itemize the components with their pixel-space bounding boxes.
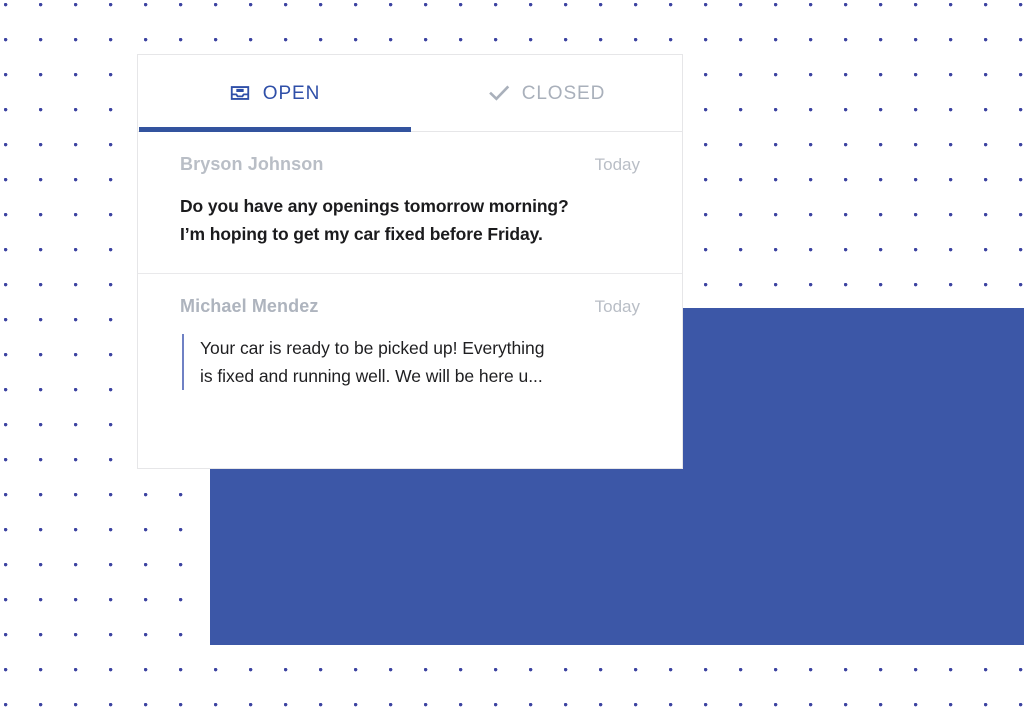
message-sender: Michael Mendez — [180, 295, 319, 316]
tab-bar: OPEN CLOSED — [138, 55, 682, 132]
inbox-card: OPEN CLOSED Bryson Johnson Today Do you … — [137, 54, 683, 469]
message-preview-line: Your car is ready to be picked up! Every… — [200, 337, 545, 358]
active-tab-indicator — [139, 127, 411, 132]
message-header: Bryson Johnson Today — [180, 154, 640, 175]
message-preview-line: I’m hoping to get my car fixed before Fr… — [180, 224, 543, 245]
message-preview-line: Do you have any openings tomorrow mornin… — [180, 196, 569, 216]
message-header: Michael Mendez Today — [180, 296, 640, 317]
message-timestamp: Today — [594, 296, 640, 316]
message-preview-wrapper: Your car is ready to be picked up! Every… — [180, 333, 640, 391]
message-list: Bryson Johnson Today Do you have any ope… — [138, 132, 682, 414]
tab-closed-label: CLOSED — [521, 82, 606, 104]
tab-open-label: OPEN — [262, 82, 321, 104]
message-sender: Bryson Johnson — [180, 154, 324, 174]
message-preview: Do you have any openings tomorrow mornin… — [180, 192, 640, 249]
check-icon — [487, 81, 511, 105]
tab-closed[interactable]: CLOSED — [410, 55, 682, 131]
message-list-item[interactable]: Bryson Johnson Today Do you have any ope… — [138, 132, 682, 274]
reply-quote-bar — [182, 333, 184, 391]
message-preview: Your car is ready to be picked up! Every… — [200, 334, 544, 391]
page-canvas: OPEN CLOSED Bryson Johnson Today Do you … — [0, 0, 1024, 725]
inbox-icon — [228, 81, 252, 105]
message-preview-line: is fixed and running well. We will be he… — [200, 366, 543, 387]
tab-open[interactable]: OPEN — [138, 55, 410, 131]
message-timestamp: Today — [594, 155, 640, 174]
message-list-item[interactable]: Michael Mendez Today Your car is ready t… — [138, 274, 682, 415]
